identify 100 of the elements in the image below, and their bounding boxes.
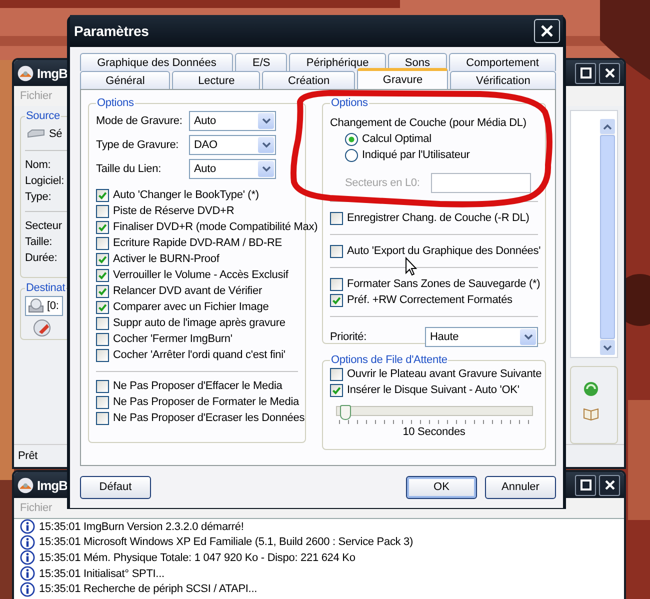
checkbox-label[interactable]: Piste de Réserve DVD+R <box>113 205 234 217</box>
checkbox-label[interactable]: Cocher 'Arrêter l'ordi quand c'est fini' <box>113 349 286 361</box>
dialog-title: Paramètres <box>74 23 149 39</box>
field-label: Durée: <box>25 252 58 264</box>
maximize-button[interactable] <box>575 474 596 496</box>
field-label: Priorité: <box>330 331 367 343</box>
tab[interactable]: Périphérique <box>289 53 386 71</box>
field-label: Taille: <box>25 236 52 248</box>
checkbox-label[interactable]: Insérer le Disque Suivant - Auto 'OK' <box>347 384 520 396</box>
log-line: 15:35:01 Microsoft Windows XP Ed Familiale (5.1, Build 2600 : Service Pack 3) <box>39 536 414 548</box>
tab[interactable]: E/S <box>235 53 288 71</box>
drive-icon <box>27 129 45 139</box>
checkbox[interactable] <box>96 220 109 234</box>
close-button[interactable] <box>599 62 620 84</box>
checkbox-label[interactable]: Ecriture Rapide DVD-RAM / BD-RE <box>113 237 282 249</box>
radio-button[interactable] <box>345 148 358 162</box>
maximize-button[interactable] <box>575 62 596 84</box>
default-button[interactable]: Défaut <box>80 476 151 498</box>
field-label: Logiciel: <box>25 175 64 187</box>
checkbox[interactable] <box>96 252 109 266</box>
checkbox[interactable] <box>96 268 109 282</box>
disc-icon[interactable] <box>33 319 51 337</box>
checkbox-label[interactable]: Enregistrer Chang. de Couche (-R DL) <box>347 212 530 224</box>
checkbox[interactable] <box>96 300 109 314</box>
cancel-button[interactable]: Annuler <box>485 476 556 498</box>
tab[interactable]: Graphique des Données <box>80 53 234 71</box>
group-title: Options de File d'Attente <box>330 354 448 366</box>
close-button[interactable] <box>599 474 620 496</box>
tab[interactable]: Gravure <box>357 68 448 89</box>
radio-label[interactable]: Calcul Optimal <box>362 133 432 145</box>
slider-value: 10 Secondes <box>402 426 466 438</box>
section-heading: Changement de Couche (pour Média DL) <box>330 117 528 129</box>
checkbox-label[interactable]: Suppr auto de l'image après gravure <box>113 317 286 329</box>
checkbox[interactable] <box>96 236 109 250</box>
checkbox[interactable] <box>330 244 343 258</box>
group-title: Options <box>96 97 135 109</box>
dropdown[interactable]: Auto <box>189 159 276 179</box>
ok-button[interactable]: OK <box>406 476 477 498</box>
checkbox-label[interactable]: Auto 'Changer le BookType' (*) <box>113 189 259 201</box>
tab[interactable]: Général <box>80 71 170 89</box>
drive-dropdown[interactable]: [0: <box>25 296 63 316</box>
maximize-icon <box>580 67 592 79</box>
drive-label: Sé <box>49 128 62 140</box>
window-title: ImgB <box>37 66 68 80</box>
checkbox[interactable] <box>330 368 343 380</box>
close-button[interactable] <box>534 19 560 43</box>
checkbox[interactable] <box>96 188 109 202</box>
field-label: Taille du Lien: <box>96 163 162 175</box>
caret-up-icon[interactable] <box>603 124 612 130</box>
checkbox[interactable] <box>96 204 109 218</box>
checkbox[interactable] <box>330 212 343 224</box>
disc-flame-icon <box>17 64 34 82</box>
checkbox-label[interactable]: Verrouiller le Volume - Accès Exclusif <box>113 269 288 281</box>
radio-label[interactable]: Indiqué par l'Utilisateur <box>362 149 470 161</box>
radio-button[interactable] <box>345 132 358 146</box>
checkbox-label[interactable]: Auto 'Export du Graphique des Données' <box>347 245 541 257</box>
window-title: ImgB <box>37 478 68 492</box>
checkbox-label[interactable]: Activer le BURN-Proof <box>113 253 220 265</box>
checkbox[interactable] <box>330 278 343 290</box>
tab[interactable]: Vérification <box>450 71 556 89</box>
slider-thumb[interactable] <box>340 405 352 420</box>
checkbox[interactable] <box>96 412 109 424</box>
checkbox-label[interactable]: Formater Sans Zones de Sauvegarde (*) <box>347 278 540 290</box>
recycle-icon[interactable] <box>583 381 599 398</box>
disc-drive-icon <box>28 298 44 314</box>
checkbox-label[interactable]: Ne Pas Proposer de Formater le Media <box>113 396 299 408</box>
close-icon <box>540 24 554 38</box>
checkbox[interactable] <box>96 284 109 298</box>
checkbox[interactable] <box>96 316 109 330</box>
dropdown[interactable]: DAO <box>189 135 276 155</box>
dropdown[interactable]: Auto <box>189 111 276 131</box>
field-label: Nom: <box>25 159 51 171</box>
checkbox[interactable] <box>330 294 343 306</box>
checkbox[interactable] <box>96 348 109 362</box>
checkbox-label[interactable]: Cocher 'Fermer ImgBurn' <box>113 333 232 345</box>
tab[interactable]: Lecture <box>172 71 260 89</box>
scrollbar[interactable] <box>600 119 615 356</box>
tab[interactable]: Comportement <box>449 53 556 71</box>
checkbox[interactable] <box>96 396 109 408</box>
checkbox[interactable] <box>330 384 343 396</box>
field-label: Type de Gravure: <box>96 139 180 151</box>
checkbox-label[interactable]: Comparer avec un Fichier Image <box>113 301 269 313</box>
checkbox-label[interactable]: Ouvrir le Plateau avant Gravure Suivante <box>347 368 542 380</box>
info-icon <box>20 550 35 566</box>
field-label: Mode de Gravure: <box>96 115 184 127</box>
checkbox-label[interactable]: Finaliser DVD+R (mode Compatibilité Max) <box>113 221 318 233</box>
checkbox-label[interactable]: Ne Pas Proposer d'Ecraser les Données <box>113 412 305 424</box>
caret-down-icon[interactable] <box>603 344 612 351</box>
checkbox-label[interactable]: Préf. +RW Correctement Formatés <box>347 294 512 306</box>
dropdown[interactable]: Haute <box>425 327 538 347</box>
checkbox-label[interactable]: Relancer DVD avant de Vérifier <box>113 285 262 297</box>
cursor-icon <box>406 256 418 276</box>
info-icon <box>20 566 35 582</box>
group-title: Destinat <box>25 282 66 294</box>
info-icon <box>20 534 35 550</box>
group-title: Source <box>25 110 61 122</box>
tab[interactable]: Création <box>262 71 356 89</box>
checkbox[interactable] <box>96 380 109 392</box>
checkbox[interactable] <box>96 332 109 346</box>
checkbox-label[interactable]: Ne Pas Proposer d'Effacer le Media <box>113 380 282 392</box>
